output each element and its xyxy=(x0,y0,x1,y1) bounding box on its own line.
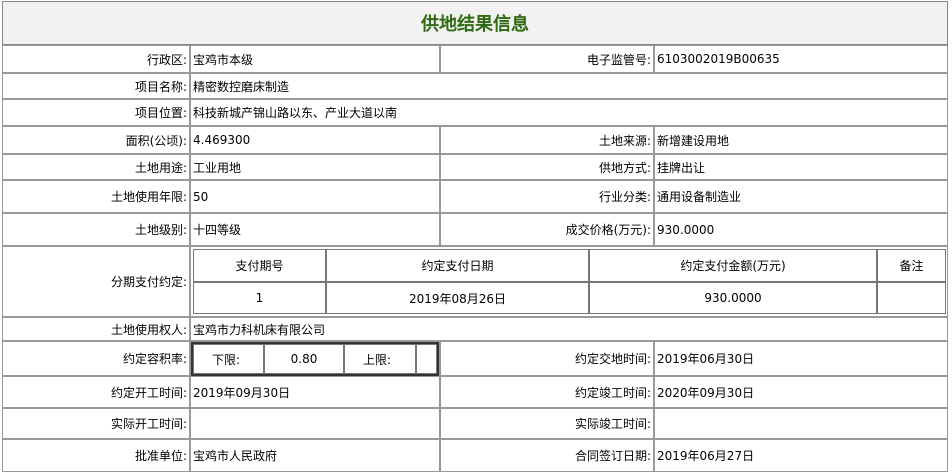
actual-finish-label: 实际竣工时间: xyxy=(440,408,654,439)
land-user-label: 土地使用权人: xyxy=(2,317,190,341)
start-time-value: 2019年09月30日 xyxy=(190,376,440,408)
delivery-time-value: 2019年06月30日 xyxy=(654,341,948,376)
supply-method-label: 供地方式: xyxy=(440,154,654,180)
industry-value: 通用设备制造业 xyxy=(654,180,948,213)
land-user-value: 宝鸡市力科机床有限公司 xyxy=(190,317,948,341)
project-name-label: 项目名称: xyxy=(2,73,190,99)
page-title-bar: 供地结果信息 xyxy=(2,1,948,45)
page-title: 供地结果信息 xyxy=(421,14,529,35)
industry-label: 行业分类: xyxy=(440,180,654,213)
land-source-value: 新增建设用地 xyxy=(654,126,948,154)
land-grade-label: 土地级别: xyxy=(2,213,190,246)
payment-row-amount: 930.0000 xyxy=(589,282,877,314)
use-term-value: 50 xyxy=(190,180,440,213)
payment-row-remark xyxy=(877,282,946,314)
start-time-label: 约定开工时间: xyxy=(2,376,190,408)
plot-ratio-lower-label: 下限: xyxy=(193,344,264,374)
land-use-value: 工业用地 xyxy=(190,154,440,180)
project-location-value: 科技新城产锦山路以东、产业大道以南 xyxy=(190,99,948,126)
plot-ratio-upper-label: 上限: xyxy=(344,344,416,374)
delivery-time-label: 约定交地时间: xyxy=(440,341,654,376)
actual-start-label: 实际开工时间: xyxy=(2,408,190,439)
use-term-label: 土地使用年限: xyxy=(2,180,190,213)
approver-value: 宝鸡市人民政府 xyxy=(190,439,440,472)
installment-label: 分期支付约定: xyxy=(2,246,190,317)
land-source-label: 土地来源: xyxy=(440,126,654,154)
contract-date-value: 2019年06月27日 xyxy=(654,439,948,472)
area-label: 面积(公顷): xyxy=(2,126,190,154)
supply-method-value: 挂牌出让 xyxy=(654,154,948,180)
project-name-value: 精密数控磨床制造 xyxy=(190,73,948,99)
deal-price-value: 930.0000 xyxy=(654,213,948,246)
area-value: 4.469300 xyxy=(190,126,440,154)
plot-ratio-lower-value: 0.80 xyxy=(264,344,344,374)
approver-label: 批准单位: xyxy=(2,439,190,472)
actual-finish-value xyxy=(654,408,948,439)
finish-time-value: 2020年09月30日 xyxy=(654,376,948,408)
supervision-no-label: 电子监管号: xyxy=(440,45,654,73)
plot-ratio-label: 约定容积率: xyxy=(2,341,190,376)
plot-ratio-upper-value xyxy=(416,344,437,374)
contract-date-label: 合同签订日期: xyxy=(440,439,654,472)
land-use-label: 土地用途: xyxy=(2,154,190,180)
payment-header-date: 约定支付日期 xyxy=(326,249,589,282)
district-label: 行政区: xyxy=(2,45,190,73)
actual-start-value xyxy=(190,408,440,439)
deal-price-label: 成交价格(万元): xyxy=(440,213,654,246)
payment-header-remark: 备注 xyxy=(877,249,946,282)
payment-row-period: 1 xyxy=(193,282,326,314)
supervision-no-value: 6103002019B00635 xyxy=(654,45,948,73)
land-grade-value: 十四等级 xyxy=(190,213,440,246)
payment-row-date: 2019年08月26日 xyxy=(326,282,589,314)
payment-header-period: 支付期号 xyxy=(193,249,326,282)
district-value: 宝鸡市本级 xyxy=(190,45,440,73)
project-location-label: 项目位置: xyxy=(2,99,190,126)
payment-header-amount: 约定支付金额(万元) xyxy=(589,249,877,282)
finish-time-label: 约定竣工时间: xyxy=(440,376,654,408)
